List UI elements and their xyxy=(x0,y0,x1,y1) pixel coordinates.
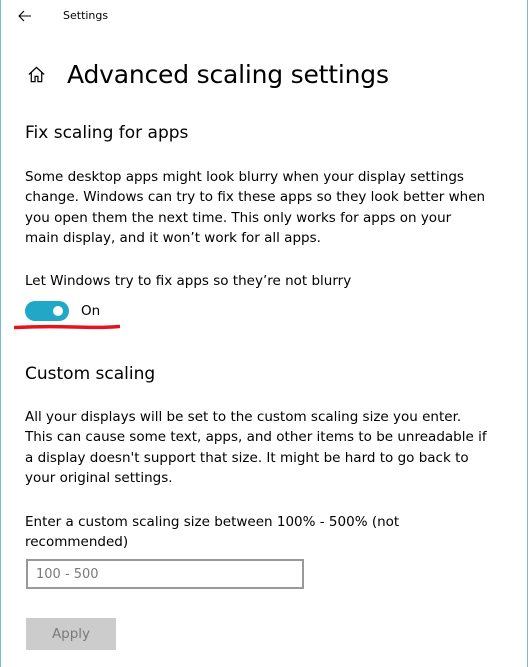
settings-window: Settings Advanced scaling settings Fix s… xyxy=(0,0,528,667)
fix-apps-toggle-label: Let Windows try to fix apps so they’re n… xyxy=(25,273,352,289)
red-annotation-underline xyxy=(14,324,120,330)
title-bar: Settings xyxy=(1,0,527,32)
page-header: Advanced scaling settings xyxy=(25,54,389,94)
section-title-fix-scaling: Fix scaling for apps xyxy=(25,123,189,143)
home-icon[interactable] xyxy=(25,63,47,85)
back-arrow-icon xyxy=(18,10,31,22)
back-button[interactable] xyxy=(10,4,40,28)
page-title: Advanced scaling settings xyxy=(67,59,389,89)
fix-scaling-description: Some desktop apps might look blurry when… xyxy=(25,169,486,246)
toggle-state-text: On xyxy=(81,303,101,319)
custom-scaling-description: All your displays will be set to the cus… xyxy=(25,409,487,486)
app-title: Settings xyxy=(63,9,109,22)
toggle-knob xyxy=(53,306,63,316)
fix-apps-toggle[interactable] xyxy=(25,301,69,321)
custom-scaling-input-label: Enter a custom scaling size between 100%… xyxy=(25,514,400,551)
section-title-custom-scaling: Custom scaling xyxy=(25,364,156,384)
apply-button[interactable]: Apply xyxy=(26,618,116,650)
custom-scaling-input[interactable] xyxy=(26,559,304,589)
fix-apps-toggle-row: On xyxy=(25,301,100,321)
